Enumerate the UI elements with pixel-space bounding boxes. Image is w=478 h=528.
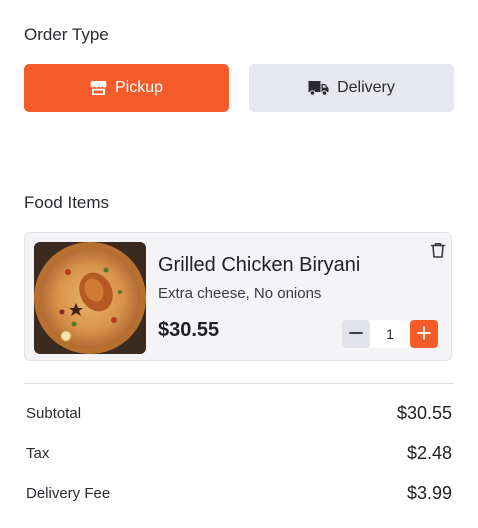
delivery-button[interactable]: Delivery [249,64,454,112]
order-type-title: Order Type [24,25,109,44]
delivery-fee-label: Delivery Fee [26,485,111,502]
tax-value: $2.48 [406,443,452,463]
food-item-card: Grilled Chicken Biryani Extra cheese, No… [24,232,452,361]
decrement-button[interactable] [342,320,370,348]
food-item-name: Grilled Chicken Biryani [158,254,361,276]
food-item-price: $30.55 [158,319,220,341]
subtotal-value: $30.55 [396,403,452,423]
food-item-description: Extra cheese, No onions [158,285,322,302]
minus-icon [349,326,363,343]
quantity-stepper [342,320,438,348]
plus-icon [417,325,431,343]
increment-button[interactable] [410,320,438,348]
tax-row: Tax $2.48 [26,443,452,464]
delivery-fee-row: Delivery Fee $3.99 [26,483,452,504]
food-items-title: Food Items [24,193,110,212]
store-icon [90,80,107,96]
delivery-fee-value: $3.99 [406,483,452,503]
food-item-image [34,242,146,354]
summary-divider [24,383,454,384]
trash-icon[interactable] [429,241,447,259]
tax-label: Tax [26,445,50,462]
truck-icon [308,80,329,96]
quantity-input[interactable] [370,320,410,348]
pickup-label: Pickup [114,79,164,96]
subtotal-label: Subtotal [26,405,82,422]
pickup-button[interactable]: Pickup [24,64,229,112]
subtotal-row: Subtotal $30.55 [26,403,452,424]
delivery-label: Delivery [337,79,395,96]
